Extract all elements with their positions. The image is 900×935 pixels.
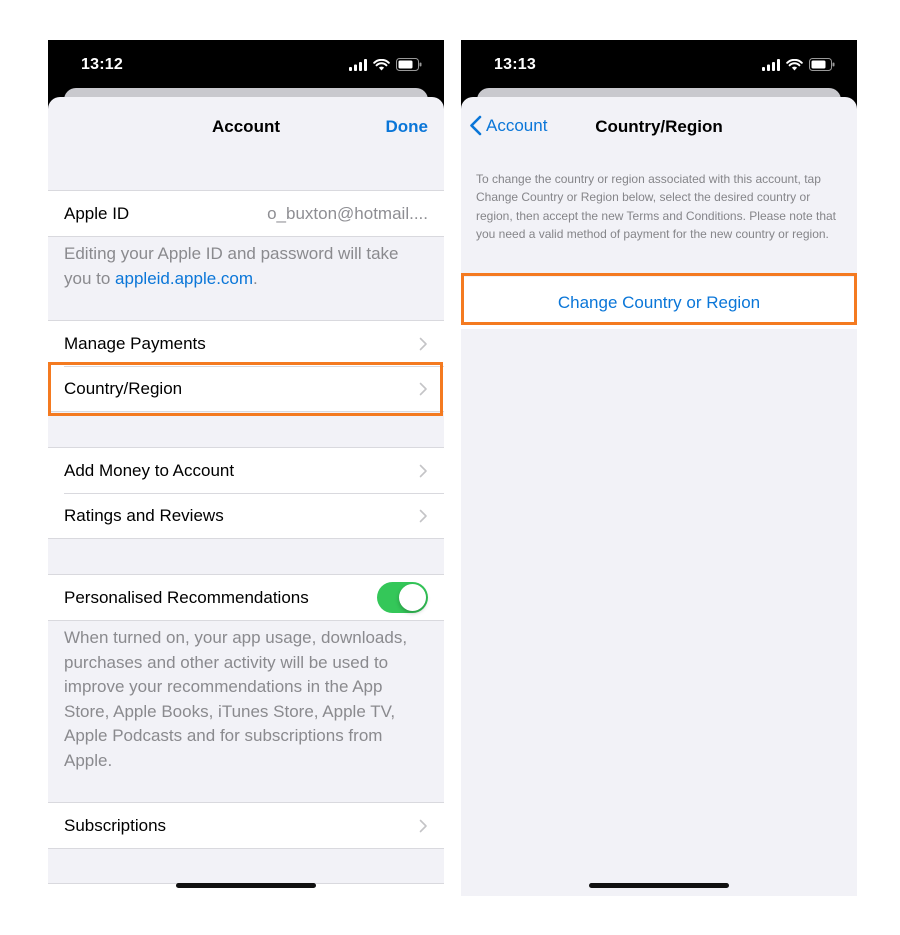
battery-icon — [809, 58, 835, 71]
recommendations-note: When turned on, your app usage, download… — [64, 628, 408, 770]
account-screen: 13:12 Account Done Apple ID o_buxton@hot… — [48, 40, 444, 896]
country-region-highlight — [48, 362, 443, 416]
add-money-row[interactable]: Add Money to Account — [48, 448, 444, 493]
subscriptions-group: Subscriptions — [48, 802, 444, 849]
wifi-icon — [786, 58, 803, 70]
chevron-right-icon — [419, 337, 427, 350]
wifi-icon — [373, 58, 390, 70]
recommendations-group: Personalised Recommendations — [48, 574, 444, 621]
add-money-label: Add Money to Account — [64, 460, 235, 480]
home-indicator — [589, 883, 729, 888]
home-indicator — [176, 883, 316, 888]
change-country-highlight — [461, 273, 857, 325]
status-bar: 13:13 — [461, 40, 857, 92]
recommendations-label: Personalised Recommendations — [64, 587, 309, 607]
ratings-reviews-label: Ratings and Reviews — [64, 505, 224, 525]
manage-payments-row[interactable]: Manage Payments — [48, 321, 444, 366]
page-title: Country/Region — [595, 117, 723, 136]
apple-id-row[interactable]: Apple ID o_buxton@hotmail.... — [48, 191, 444, 236]
ratings-reviews-row[interactable]: Ratings and Reviews — [48, 493, 444, 538]
cellular-signal-icon — [762, 58, 780, 71]
recommendations-row: Personalised Recommendations — [48, 575, 444, 620]
appleid-link[interactable]: appleid.apple.com — [115, 269, 253, 288]
cellular-signal-icon — [349, 58, 367, 71]
apple-id-note: Editing your Apple ID and password will … — [64, 244, 399, 288]
recommendations-toggle[interactable] — [377, 582, 428, 613]
apple-id-group: Apple ID o_buxton@hotmail.... — [48, 190, 444, 237]
account-sheet: Account Done Apple ID o_buxton@hotmail..… — [48, 97, 444, 896]
nav-bar: Account Country/Region — [461, 97, 857, 153]
apple-id-label: Apple ID — [64, 203, 130, 223]
country-change-instructions: To change the country or region associat… — [476, 172, 837, 241]
apple-id-value: o_buxton@hotmail.... — [267, 203, 428, 223]
battery-icon — [396, 58, 422, 71]
country-region-screen: 13:13 Account Country/Region To change t… — [461, 40, 857, 896]
toggle-knob — [399, 584, 426, 611]
chevron-right-icon — [419, 464, 427, 477]
subscriptions-row[interactable]: Subscriptions — [48, 803, 444, 848]
done-button[interactable]: Done — [386, 117, 429, 137]
status-time: 13:13 — [494, 56, 536, 73]
country-region-sheet: Account Country/Region To change the cou… — [461, 97, 857, 896]
status-time: 13:12 — [81, 56, 123, 73]
money-group: Add Money to Account Ratings and Reviews — [48, 447, 444, 539]
status-bar: 13:12 — [48, 40, 444, 92]
nav-bar: Account Done — [48, 97, 444, 153]
subscriptions-label: Subscriptions — [64, 815, 167, 835]
manage-payments-label: Manage Payments — [64, 333, 206, 353]
chevron-right-icon — [419, 819, 427, 832]
chevron-right-icon — [419, 509, 427, 522]
